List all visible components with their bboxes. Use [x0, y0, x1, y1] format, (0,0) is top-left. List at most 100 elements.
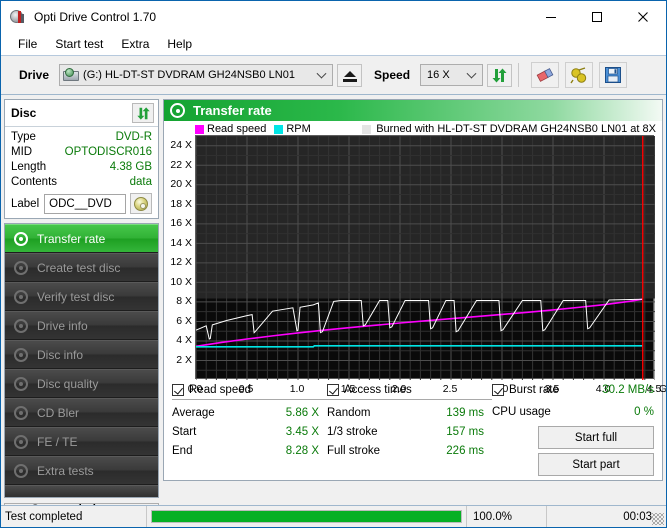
- disc-label-button[interactable]: [130, 193, 152, 214]
- refresh-drive-button[interactable]: [487, 64, 512, 87]
- stat-value: 3.45 X: [286, 423, 327, 442]
- disc-panel: Disc Type DVD-R MID OPT: [4, 99, 159, 219]
- maximize-button[interactable]: [574, 1, 620, 32]
- sidebar-item-label: Verify test disc: [37, 290, 114, 304]
- sidebar-item-label: Create test disc: [37, 261, 120, 275]
- y-tick-label: 12 X: [164, 256, 192, 268]
- app-disc-icon: [10, 9, 26, 25]
- drive-select[interactable]: (G:) HL-DT-ST DVDRAM GH24NSB0 LN01: [59, 64, 333, 86]
- disc-bolt-icon: [170, 103, 185, 118]
- legend-label-rpm: RPM: [286, 123, 310, 135]
- sidebar-item-label: Disc quality: [37, 377, 98, 391]
- disc-panel-header: Disc: [5, 100, 158, 127]
- disc-row-key: Contents: [11, 175, 57, 190]
- stat-key: Full stroke: [327, 442, 407, 461]
- cd-icon: [134, 197, 148, 211]
- eraser-icon: [535, 66, 555, 84]
- speed-select-value: 16 X: [427, 69, 450, 81]
- chevron-down-icon: [317, 69, 327, 79]
- y-tick-label: 24 X: [164, 139, 192, 151]
- speed-select[interactable]: 16 X: [420, 64, 483, 86]
- sidebar-nav-filler: [5, 485, 158, 497]
- sidebar-item-cd-bler[interactable]: CD Bler: [5, 398, 158, 427]
- stat-row-start: Start 3.45 X: [172, 423, 327, 442]
- progress-bar: [151, 510, 462, 523]
- burst-rate-title: Burst rate: [509, 384, 559, 396]
- left-panel: Disc Type DVD-R MID OPT: [4, 99, 159, 481]
- sidebar-item-transfer-rate[interactable]: Transfer rate: [5, 224, 158, 253]
- sidebar-item-disc-quality[interactable]: Disc quality: [5, 369, 158, 398]
- disc-row-type: Type DVD-R: [11, 130, 152, 145]
- disc-label-caption: Label: [11, 198, 39, 210]
- stat-value: 157 ms: [446, 423, 492, 442]
- chart-svg: [196, 136, 655, 380]
- sidebar-item-verify-test-disc[interactable]: Verify test disc: [5, 282, 158, 311]
- drive-label: Drive: [19, 68, 49, 82]
- legend-swatch-rpm: [274, 125, 283, 134]
- access-times-checkbox[interactable]: [327, 384, 339, 396]
- eject-button[interactable]: [337, 64, 362, 87]
- erase-disc-button[interactable]: [531, 62, 559, 88]
- minimize-button[interactable]: [528, 1, 574, 32]
- sidebar-item-create-test-disc[interactable]: Create test disc: [5, 253, 158, 282]
- stat-key: Average: [172, 404, 215, 423]
- y-tick-label: 2 X: [164, 354, 192, 366]
- stat-value: 5.86 X: [286, 404, 327, 423]
- stats-read-speed: Read speed Average 5.86 X Start 3.45 X E…: [172, 384, 327, 480]
- stat-value: 8.28 X: [286, 442, 327, 461]
- read-speed-checkbox[interactable]: [172, 384, 184, 396]
- menu-item-start-test[interactable]: Start test: [46, 34, 112, 54]
- y-tick-label: 20 X: [164, 178, 192, 190]
- refresh-disc-button[interactable]: [132, 103, 154, 123]
- menu-item-file[interactable]: File: [9, 34, 46, 54]
- y-tick-label: 8 X: [164, 295, 192, 307]
- y-tick-label: 22 X: [164, 159, 192, 171]
- sidebar-item-fe-te[interactable]: FE / TE: [5, 427, 158, 456]
- stat-row-random: Random 139 ms: [327, 404, 492, 423]
- disc-info-icon: [13, 347, 29, 363]
- start-full-button[interactable]: Start full: [538, 426, 654, 449]
- y-tick-label: 10 X: [164, 276, 192, 288]
- stat-row-end: End 8.28 X: [172, 442, 327, 461]
- sidebar-item-disc-info[interactable]: Disc info: [5, 340, 158, 369]
- progress-bar-fill: [152, 511, 461, 522]
- sidebar-item-label: Drive info: [37, 319, 88, 333]
- chart-plot-area: [195, 135, 654, 379]
- stat-key: End: [172, 442, 192, 461]
- resize-grip-icon[interactable]: [652, 513, 664, 525]
- save-icon: [604, 66, 622, 84]
- stats-burst-rate: Burst rate 30.2 MB/s CPU usage 0 % Start…: [492, 384, 654, 480]
- disc-bler-icon: [13, 405, 29, 421]
- stat-row-full-stroke: Full stroke 226 ms: [327, 442, 492, 461]
- disc-row-value: 4.38 GB: [110, 160, 152, 175]
- drive-settings-button[interactable]: [565, 62, 593, 88]
- action-buttons: Start full Start part: [492, 426, 654, 480]
- save-results-button[interactable]: [599, 62, 627, 88]
- sidebar-item-label: FE / TE: [37, 435, 77, 449]
- sidebar-item-drive-info[interactable]: Drive info: [5, 311, 158, 340]
- chart-annotation: Burned with HL-DT-ST DVDRAM GH24NSB0 LN0…: [362, 123, 656, 135]
- sidebar-item-extra-tests[interactable]: Extra tests: [5, 456, 158, 485]
- y-tick-label: 14 X: [164, 237, 192, 249]
- menu-item-extra[interactable]: Extra: [112, 34, 158, 54]
- stats-access-times: Access times Random 139 ms 1/3 stroke 15…: [327, 384, 492, 480]
- disc-label-input[interactable]: ODC__DVD: [44, 194, 126, 214]
- main-body: Disc Type DVD-R MID OPT: [1, 95, 666, 481]
- stat-value: 0 %: [634, 403, 654, 422]
- application-window: Opti Drive Control 1.70 File Start test …: [0, 0, 667, 528]
- toolbar-divider: [518, 63, 519, 87]
- status-message: Test completed: [1, 506, 147, 528]
- disc-panel-title: Disc: [11, 106, 36, 120]
- stats-panel: Read speed Average 5.86 X Start 3.45 X E…: [164, 378, 662, 480]
- chevron-down-icon: [467, 69, 477, 79]
- start-part-button[interactable]: Start part: [538, 453, 654, 476]
- read-speed-title: Read speed: [189, 384, 251, 396]
- chart-legend: Read speed RPM: [195, 123, 319, 135]
- menu-bar: File Start test Extra Help: [1, 32, 666, 56]
- menu-item-help[interactable]: Help: [158, 34, 201, 54]
- close-button[interactable]: [620, 1, 666, 32]
- legend-swatch-read-speed: [195, 125, 204, 134]
- stat-value: 139 ms: [446, 404, 492, 423]
- legend-label-read-speed: Read speed: [207, 123, 266, 135]
- burst-rate-checkbox[interactable]: [492, 384, 504, 396]
